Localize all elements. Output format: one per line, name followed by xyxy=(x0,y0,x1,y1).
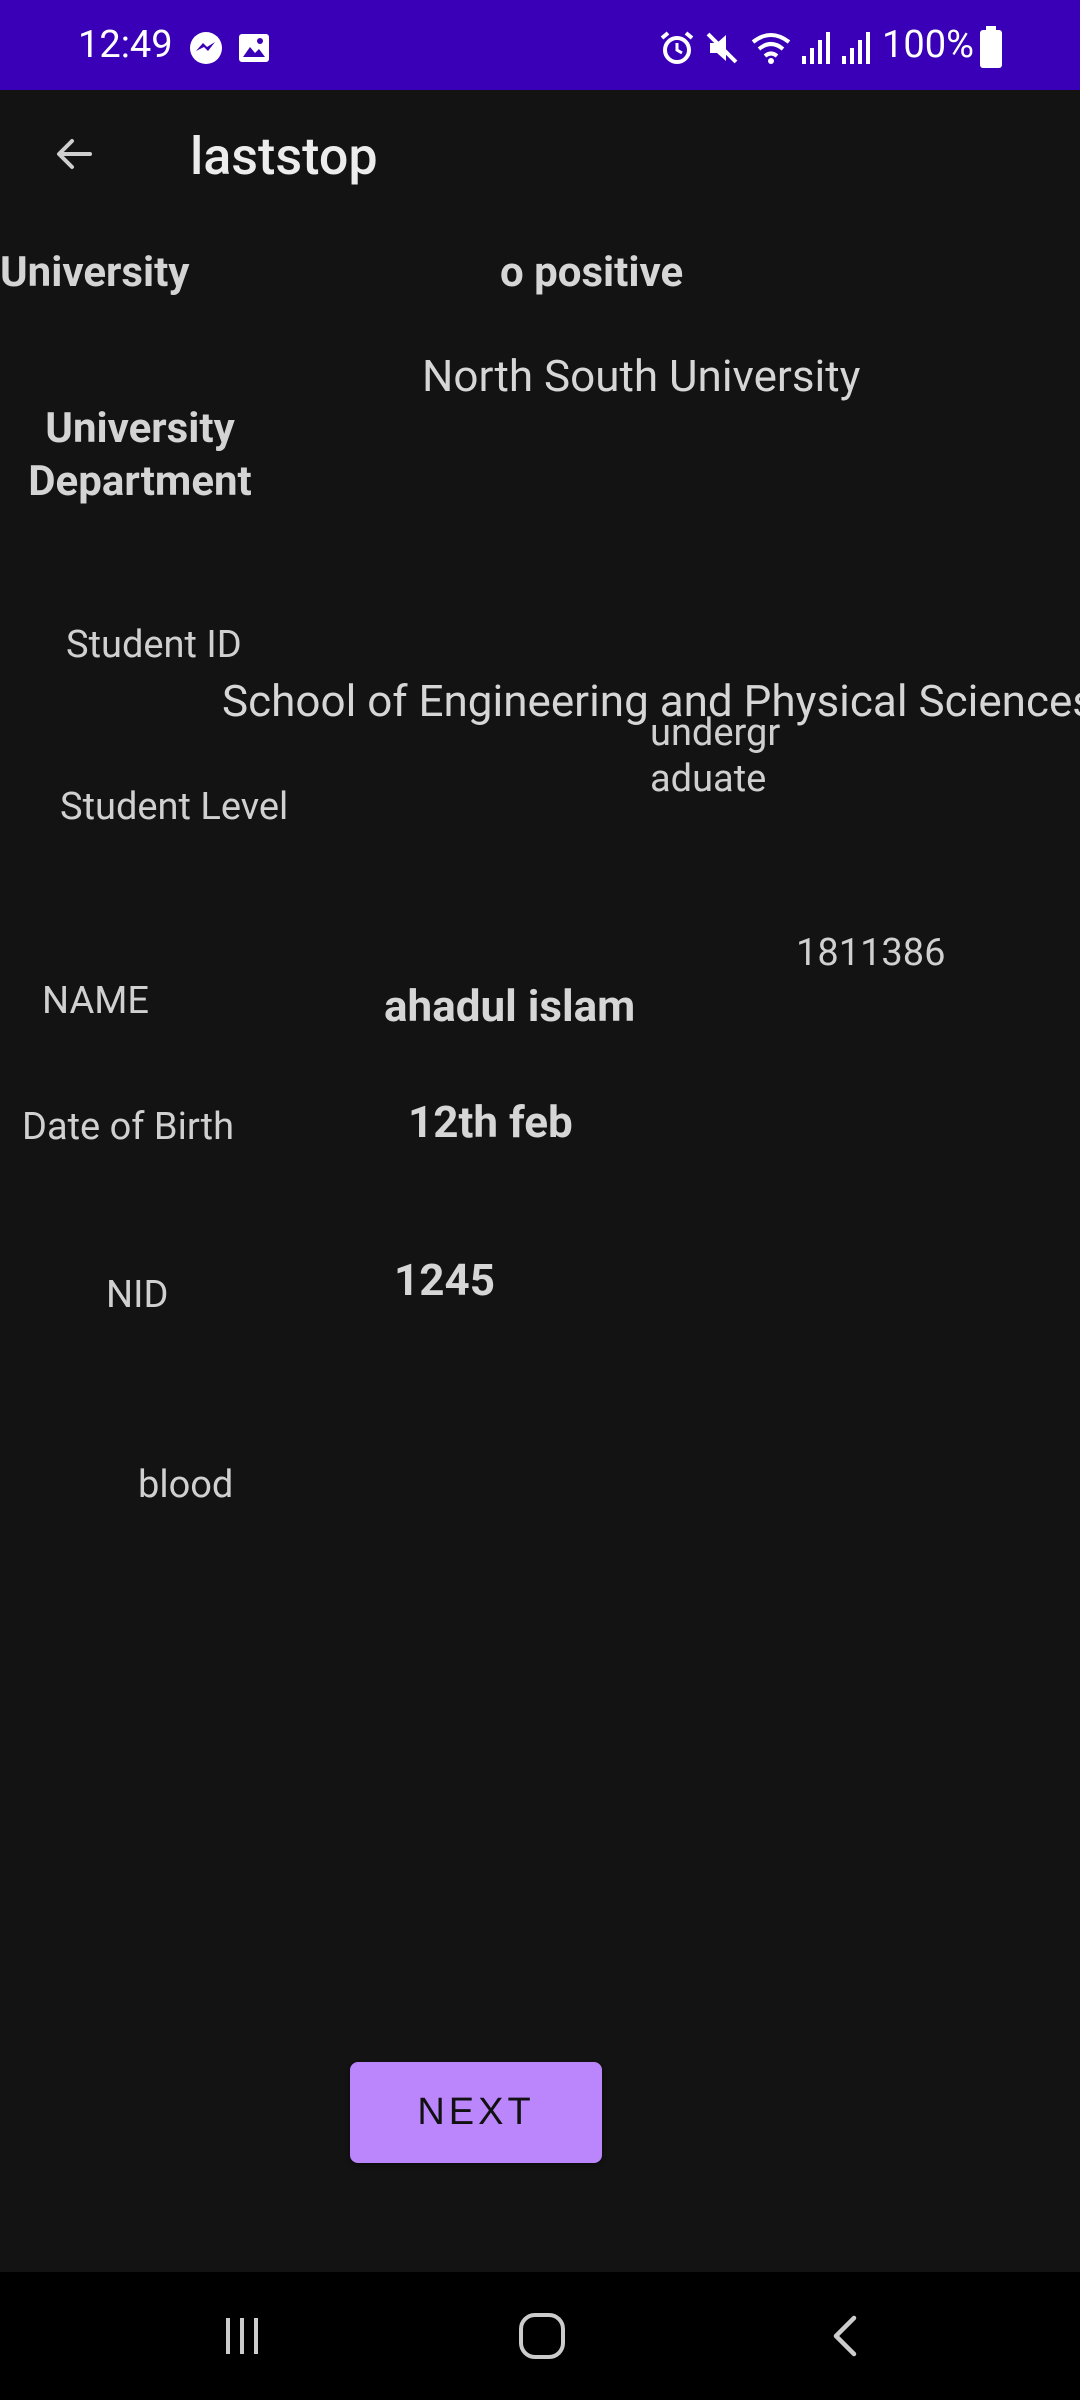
status-time: 12:49 xyxy=(78,23,173,67)
wifi-icon xyxy=(750,30,792,70)
university-department-label: University Department xyxy=(28,404,252,506)
university-value: North South University xyxy=(422,350,861,402)
date-of-birth-label: Date of Birth xyxy=(22,1105,235,1149)
student-id-label: Student ID xyxy=(66,623,242,667)
alarm-icon xyxy=(658,30,696,70)
status-bar: 12:49 100% xyxy=(0,0,1080,90)
student-level-value: undergraduate xyxy=(650,711,781,801)
name-label: NAME xyxy=(42,979,150,1023)
university-label: University xyxy=(0,248,190,297)
next-button[interactable]: NEXT xyxy=(350,2062,602,2163)
battery-percent: 100% xyxy=(882,23,974,67)
name-value: ahadul islam xyxy=(384,980,636,1032)
gallery-icon xyxy=(236,30,272,70)
nid-value: 1245 xyxy=(394,1254,495,1306)
home-icon xyxy=(519,2313,565,2359)
messenger-icon xyxy=(188,30,224,70)
app-bar: laststop xyxy=(0,90,1080,240)
screen: 12:49 100% laststop University o positiv… xyxy=(0,0,1080,2400)
date-of-birth-value: 12th feb xyxy=(408,1096,573,1148)
arrow-left-icon xyxy=(57,139,92,169)
blood-label: blood xyxy=(138,1463,234,1507)
back-button[interactable] xyxy=(40,120,108,188)
mute-icon xyxy=(704,30,740,70)
recent-apps-button[interactable] xyxy=(202,2296,282,2376)
navigation-bar xyxy=(0,2272,1080,2400)
nid-label: NID xyxy=(106,1273,169,1317)
page-title: laststop xyxy=(190,126,378,187)
battery-icon xyxy=(980,26,1002,72)
chevron-left-icon xyxy=(833,2315,857,2357)
home-button[interactable] xyxy=(502,2296,582,2376)
blood-group-value: o positive xyxy=(500,248,684,297)
signal-icon xyxy=(800,30,834,70)
recent-apps-icon xyxy=(226,2318,258,2354)
nav-back-button[interactable] xyxy=(806,2296,886,2376)
signal-icon xyxy=(840,30,874,70)
student-id-value: 1811386 xyxy=(796,931,946,975)
student-level-label: Student Level xyxy=(60,785,289,829)
